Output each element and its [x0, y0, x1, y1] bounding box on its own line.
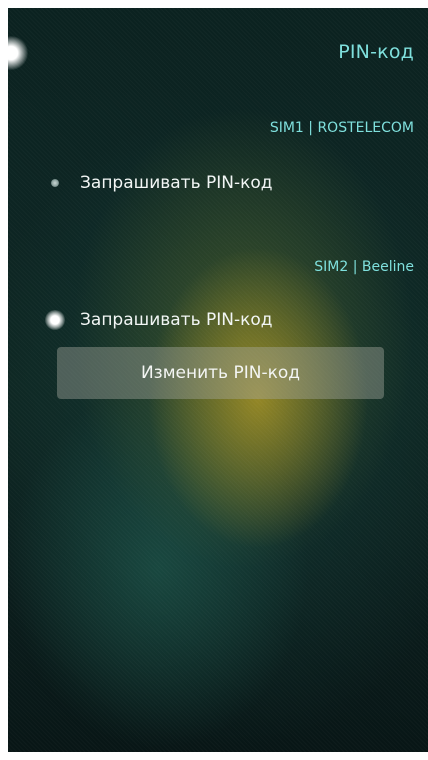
- toggle-on-icon: [44, 309, 66, 331]
- page-title: PIN-код: [338, 41, 414, 63]
- back-glow-icon[interactable]: [8, 36, 28, 70]
- sim2-request-pin-label: Запрашивать PIN-код: [80, 310, 273, 330]
- change-pin-button[interactable]: Изменить PIN-код: [57, 347, 384, 399]
- sim2-request-pin-toggle[interactable]: Запрашивать PIN-код: [44, 303, 404, 337]
- sim2-section-header: SIM2 | Beeline: [314, 259, 414, 275]
- sim1-request-pin-toggle[interactable]: Запрашивать PIN-код: [44, 166, 404, 200]
- sim1-request-pin-label: Запрашивать PIN-код: [80, 173, 273, 193]
- sim1-section-header: SIM1 | ROSTELECOM: [269, 120, 414, 136]
- toggle-off-icon: [44, 172, 66, 194]
- pin-settings-screen: PIN-код SIM1 | ROSTELECOM Запрашивать PI…: [8, 8, 428, 752]
